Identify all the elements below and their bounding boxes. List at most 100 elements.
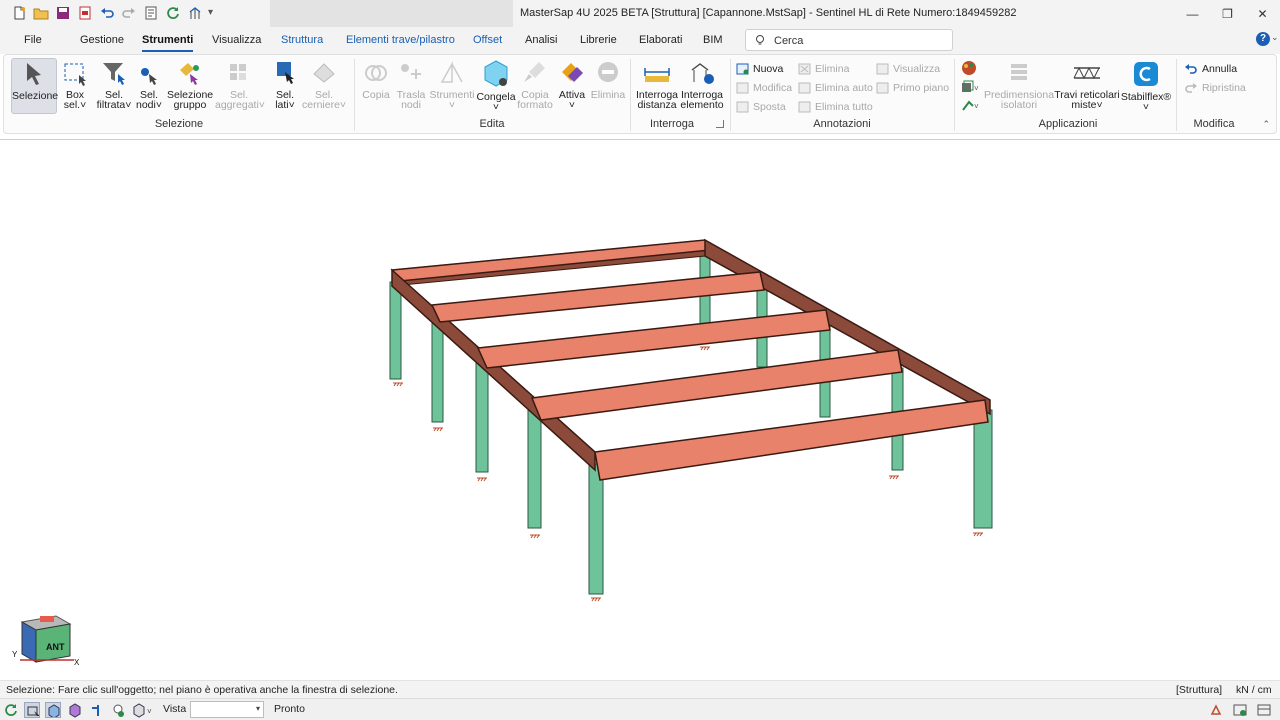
annotazione-modifica-button[interactable]: Modifica bbox=[736, 80, 792, 96]
dialog-launcher-icon[interactable] bbox=[716, 120, 724, 128]
status-units[interactable]: kN / cm bbox=[1236, 684, 1272, 696]
attiva-line2: ˅ bbox=[568, 99, 576, 111]
sel-lati-button[interactable]: Sel. lati˅ bbox=[270, 58, 300, 114]
ripristina-button[interactable]: Ripristina bbox=[1184, 80, 1246, 96]
maximize-icon[interactable]: ❐ bbox=[1210, 0, 1245, 28]
pdf-icon[interactable] bbox=[76, 4, 94, 22]
ruler-distance-icon bbox=[644, 68, 670, 82]
group-separator bbox=[1176, 59, 1177, 131]
selezione-button[interactable]: Selezione bbox=[11, 58, 58, 114]
sel-filtrata-button[interactable]: Sel. filtrata˅ bbox=[93, 58, 135, 114]
annotazione-visualizza-label: Visualizza bbox=[893, 63, 941, 75]
solid-view-icon[interactable] bbox=[45, 702, 61, 718]
model-viewport[interactable]: ANT Y X bbox=[0, 140, 1280, 680]
window-controls: — ❐ ✕ bbox=[1175, 0, 1280, 28]
tab-struttura[interactable]: Struttura bbox=[281, 34, 323, 46]
layout-icon[interactable] bbox=[1256, 702, 1272, 718]
sel-aggregati-button[interactable]: Sel. aggregati˅ bbox=[215, 58, 265, 114]
vista-label: Vista : bbox=[163, 703, 192, 715]
selezione-gruppo-button[interactable]: Selezione gruppo bbox=[167, 58, 213, 114]
interroga-distanza-line2: distanza bbox=[637, 99, 677, 111]
cursor-arrow-icon bbox=[27, 63, 41, 85]
grid-settings-icon[interactable] bbox=[1232, 702, 1248, 718]
strumenti-button[interactable]: Strumenti ˅ bbox=[429, 58, 475, 114]
chevron-down-icon[interactable]: ⌄ bbox=[1271, 32, 1279, 43]
wireframe-view-icon[interactable] bbox=[24, 702, 40, 718]
section-type-button[interactable]: ˅ bbox=[961, 79, 981, 95]
tab-offset[interactable]: Offset bbox=[473, 34, 502, 46]
predimensiona-isolatori-button[interactable]: Predimensiona isolatori bbox=[984, 58, 1054, 114]
trasla-nodi-button[interactable]: Trasla nodi bbox=[395, 58, 427, 114]
path-tool-button[interactable]: ˅ bbox=[961, 97, 981, 113]
tab-elementi-trave-pilastro[interactable]: Elementi trave/pilastro bbox=[346, 34, 455, 46]
elimina-button[interactable]: Elimina bbox=[590, 58, 626, 114]
attiva-button[interactable]: Attiva ˅ bbox=[556, 58, 588, 114]
view-cube[interactable]: ANT Y X bbox=[12, 610, 84, 670]
view-mode-dropdown-icon[interactable]: ˅ bbox=[132, 702, 156, 718]
annotazione-sposta-button[interactable]: Sposta bbox=[736, 99, 786, 115]
regenerate-icon[interactable] bbox=[3, 702, 19, 718]
aggregate-icon bbox=[230, 64, 246, 80]
sel-nodi-button[interactable]: Sel. nodi˅ bbox=[135, 58, 163, 114]
annotazione-elimina-auto-button[interactable]: Elimina auto bbox=[798, 80, 873, 96]
isolator-icon bbox=[1011, 64, 1027, 80]
annotazione-elimina-button[interactable]: Elimina bbox=[798, 61, 849, 77]
tab-strumenti[interactable]: Strumenti bbox=[142, 34, 194, 52]
collapse-ribbon-icon[interactable]: ⌃ bbox=[1262, 119, 1270, 130]
group-separator bbox=[354, 59, 355, 131]
congela-button[interactable]: Congela ˅ bbox=[476, 58, 516, 114]
tab-elaborati[interactable]: Elaborati bbox=[639, 34, 682, 46]
save-icon[interactable] bbox=[54, 4, 72, 22]
box-sel-button[interactable]: Box sel.˅ bbox=[59, 58, 91, 114]
3d-frame-model[interactable] bbox=[0, 140, 1280, 680]
box-sel-line2: sel.˅ bbox=[63, 99, 87, 111]
minimize-icon[interactable]: — bbox=[1175, 0, 1210, 28]
recycle-icon[interactable] bbox=[1208, 702, 1224, 718]
note-front-icon bbox=[876, 82, 889, 94]
annulla-label: Annulla bbox=[1202, 63, 1238, 75]
freeze-icon bbox=[484, 60, 508, 87]
annulla-button[interactable]: Annulla bbox=[1184, 61, 1237, 77]
chevron-down-icon: ▾ bbox=[255, 704, 260, 713]
tab-analisi[interactable]: Analisi bbox=[525, 34, 557, 46]
stabilflex-button[interactable]: Stabilflex® ˅ bbox=[1120, 58, 1172, 114]
section-view-icon[interactable] bbox=[88, 702, 104, 718]
note-delete-all-icon bbox=[798, 101, 811, 113]
group-select-icon bbox=[180, 63, 199, 85]
report-icon[interactable] bbox=[142, 4, 160, 22]
search-box[interactable]: Cerca bbox=[745, 29, 953, 51]
redo-icon[interactable] bbox=[120, 4, 138, 22]
annotazione-nuova-button[interactable]: Nuova bbox=[736, 61, 783, 77]
annotazione-primo-piano-button[interactable]: Primo piano bbox=[876, 80, 949, 96]
tab-visualizza[interactable]: Visualizza bbox=[212, 34, 261, 46]
render-view-icon[interactable] bbox=[67, 702, 83, 718]
interroga-elemento-button[interactable]: Interroga elemento bbox=[680, 58, 724, 114]
light-icon[interactable] bbox=[110, 702, 126, 718]
interroga-distanza-button[interactable]: Interroga distanza bbox=[634, 58, 680, 114]
open-folder-icon[interactable] bbox=[32, 4, 50, 22]
annotazione-visualizza-button[interactable]: Visualizza bbox=[876, 61, 940, 77]
customize-qat-icon[interactable]: ▾ bbox=[208, 4, 218, 22]
refresh-icon[interactable] bbox=[164, 4, 182, 22]
delete-icon bbox=[598, 62, 618, 82]
help-icon[interactable]: ? bbox=[1256, 32, 1270, 46]
annotazione-elimina-tutto-button[interactable]: Elimina tutto bbox=[798, 99, 873, 115]
copia-formato-button[interactable]: Copia formato bbox=[516, 58, 554, 114]
copia-button[interactable]: Copia bbox=[359, 58, 393, 114]
tab-bim[interactable]: BIM bbox=[703, 34, 723, 46]
axis-x-label: X bbox=[74, 658, 80, 667]
tab-librerie[interactable]: Librerie bbox=[580, 34, 617, 46]
structure-icon[interactable] bbox=[186, 4, 204, 22]
mirror-icon bbox=[440, 61, 463, 83]
travi-reticolari-miste-button[interactable]: Travi reticolari miste˅ bbox=[1054, 58, 1120, 114]
tab-file[interactable]: File bbox=[24, 34, 42, 46]
vista-select[interactable]: ▾ bbox=[190, 701, 264, 718]
undo-icon[interactable] bbox=[98, 4, 116, 22]
tab-gestione[interactable]: Gestione bbox=[80, 34, 124, 46]
close-icon[interactable]: ✕ bbox=[1245, 0, 1280, 28]
group-label-modifica: Modifica bbox=[1193, 118, 1235, 130]
material-palette-button[interactable] bbox=[961, 60, 977, 76]
new-file-icon[interactable] bbox=[10, 4, 28, 22]
sel-cerniere-button[interactable]: Sel. cerniere˅ bbox=[302, 58, 346, 114]
sel-lati-line2: lati˅ bbox=[275, 99, 295, 111]
